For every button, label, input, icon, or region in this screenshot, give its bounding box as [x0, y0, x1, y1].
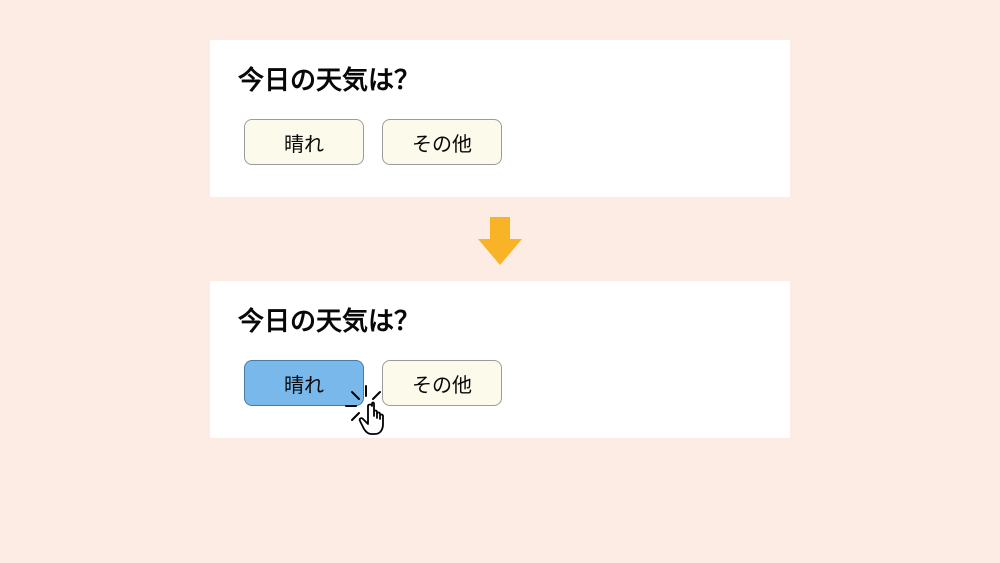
option-other[interactable]: その他 — [382, 360, 502, 406]
options-row-bottom: 晴れ その他 — [244, 360, 762, 406]
options-row-top: 晴れ その他 — [244, 119, 762, 165]
question-text: 今日の天気は？ — [238, 301, 762, 338]
panel-after: 今日の天気は？ 晴れ その他 — [210, 281, 790, 438]
option-other[interactable]: その他 — [382, 119, 502, 165]
option-sunny-selected[interactable]: 晴れ — [244, 360, 364, 406]
option-label: その他 — [412, 369, 472, 398]
arrow-down-icon — [210, 211, 790, 271]
option-label: 晴れ — [284, 128, 324, 157]
option-sunny[interactable]: 晴れ — [244, 119, 364, 165]
panel-before: 今日の天気は？ 晴れ その他 — [210, 40, 790, 197]
option-label: 晴れ — [284, 369, 324, 398]
option-label: その他 — [412, 128, 472, 157]
question-text: 今日の天気は？ — [238, 60, 762, 97]
